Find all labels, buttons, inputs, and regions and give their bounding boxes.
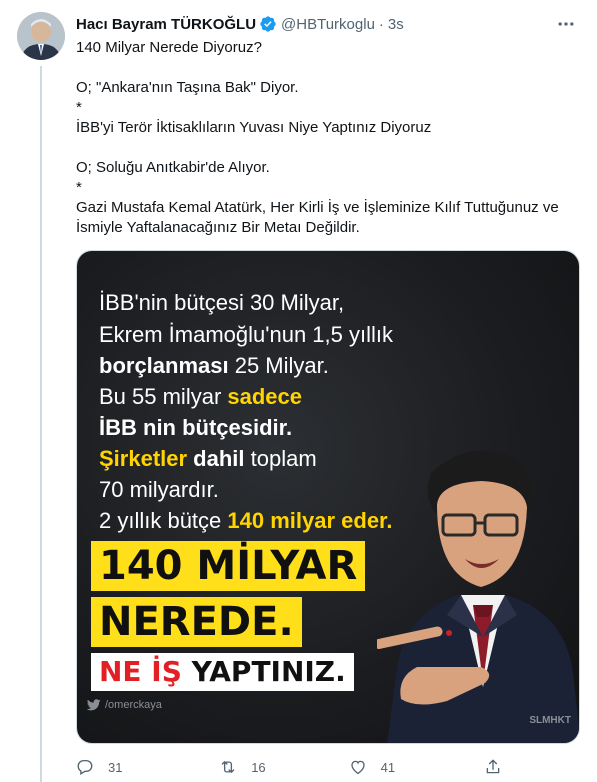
tweet-line: O; "Ankara'nın Taşına Bak" Diyor. [76, 79, 299, 96]
tweet-line: İBB'yi Terör İktisaklıların Yuvası Niye … [76, 119, 432, 136]
banner-nerede: NEREDE. [91, 597, 302, 647]
tweet-line-blank [76, 138, 576, 158]
banner-dark-text: YAPTINIZ. [181, 655, 346, 688]
avatar-image [17, 12, 65, 60]
image-text-line: borçlanması 25 Milyar. [99, 352, 329, 380]
image-text-line: Bu 55 milyar sadece [99, 383, 302, 411]
image-text: toplam [244, 446, 317, 471]
image-watermark: /omerckaya [87, 699, 162, 711]
tweet-line: * [76, 179, 82, 196]
share-button[interactable] [484, 758, 516, 776]
avatar[interactable] [17, 12, 65, 60]
separator-dot: · [378, 15, 384, 33]
banner-140-milyar: 140 MİLYAR [91, 541, 366, 591]
timestamp[interactable]: 3s [388, 16, 404, 33]
tweet-line: 140 Milyar Nerede Diyoruz? [76, 39, 262, 56]
tweet-header: Hacı Bayram TÜRKOĞLU @HBTurkoglu · 3s [76, 14, 404, 34]
image-text-yellow: sadece [227, 384, 303, 409]
image-text-bold: borçlanması [99, 353, 229, 378]
image-text-line: Şirketler dahil toplam [99, 445, 317, 473]
heart-icon [350, 760, 365, 775]
reply-count: 31 [108, 759, 123, 775]
tweet-line: Gazi Mustafa Kemal Atatürk, Her Kirli İş… [76, 199, 559, 216]
reply-button[interactable]: 31 [76, 758, 219, 776]
image-text-line: İBB nin bütçesidir. [99, 414, 292, 442]
more-options-icon[interactable] [555, 14, 577, 34]
image-text-line: Ekrem İmamoğlu'nun 1,5 yıllık [99, 322, 393, 347]
author-name[interactable]: Hacı Bayram TÜRKOĞLU [76, 16, 256, 33]
bird-icon [87, 699, 101, 711]
image-text-bold: İBB nin bütçesidir. [99, 415, 293, 440]
image-text-line: İBB'nin bütçesi 30 Milyar, [99, 290, 345, 315]
tweet-text: 140 Milyar Nerede Diyoruz? O; "Ankara'nı… [76, 38, 576, 238]
image-text-line: 2 yıllık bütçe 140 milyar eder. [99, 507, 393, 535]
share-icon [486, 759, 500, 774]
image-text: Bu 55 milyar [99, 384, 228, 409]
watermark-text: /omerckaya [105, 699, 162, 711]
image-text: 25 Milyar. [228, 353, 329, 378]
tweet-image[interactable]: İBB'nin bütçesi 30 Milyar, Ekrem İmamoğl… [76, 250, 580, 744]
image-text-bold: dahil [187, 446, 245, 471]
tweet[interactable]: Hacı Bayram TÜRKOĞLU @HBTurkoglu · 3s 14… [0, 0, 597, 782]
politician-photo [377, 450, 579, 743]
tweet-line: * [76, 99, 82, 116]
retweet-count: 16 [251, 759, 266, 775]
tweet-line-blank [76, 58, 576, 78]
like-count: 41 [380, 759, 396, 775]
thread-line [40, 66, 42, 782]
retweet-icon [221, 761, 235, 773]
author-handle[interactable]: @HBTurkoglu [281, 16, 375, 33]
image-watermark-logo: SLMHKT [529, 715, 571, 726]
like-button[interactable]: 41 [349, 758, 484, 776]
banner-ne-is-yaptiniz: NE İŞ YAPTINIZ. [91, 653, 354, 691]
image-text-line: 70 milyardır. [99, 477, 219, 502]
tweet-line: O; Soluğu Anıtkabir'de Alıyor. [76, 159, 270, 176]
image-text: 2 yıllık bütçe [99, 508, 228, 533]
tweet-actions: 31 16 41 [76, 757, 516, 777]
verified-badge-icon [260, 16, 276, 32]
image-text-yellow: Şirketler [99, 446, 188, 471]
banner-red-text: NE İŞ [99, 655, 182, 688]
tweet-line: İsmiyle Yaftalanacağınız Bir Metaı Değil… [76, 219, 360, 236]
reply-icon [77, 759, 93, 775]
retweet-button[interactable]: 16 [219, 758, 348, 776]
image-text-yellow: 140 milyar eder. [227, 508, 393, 533]
